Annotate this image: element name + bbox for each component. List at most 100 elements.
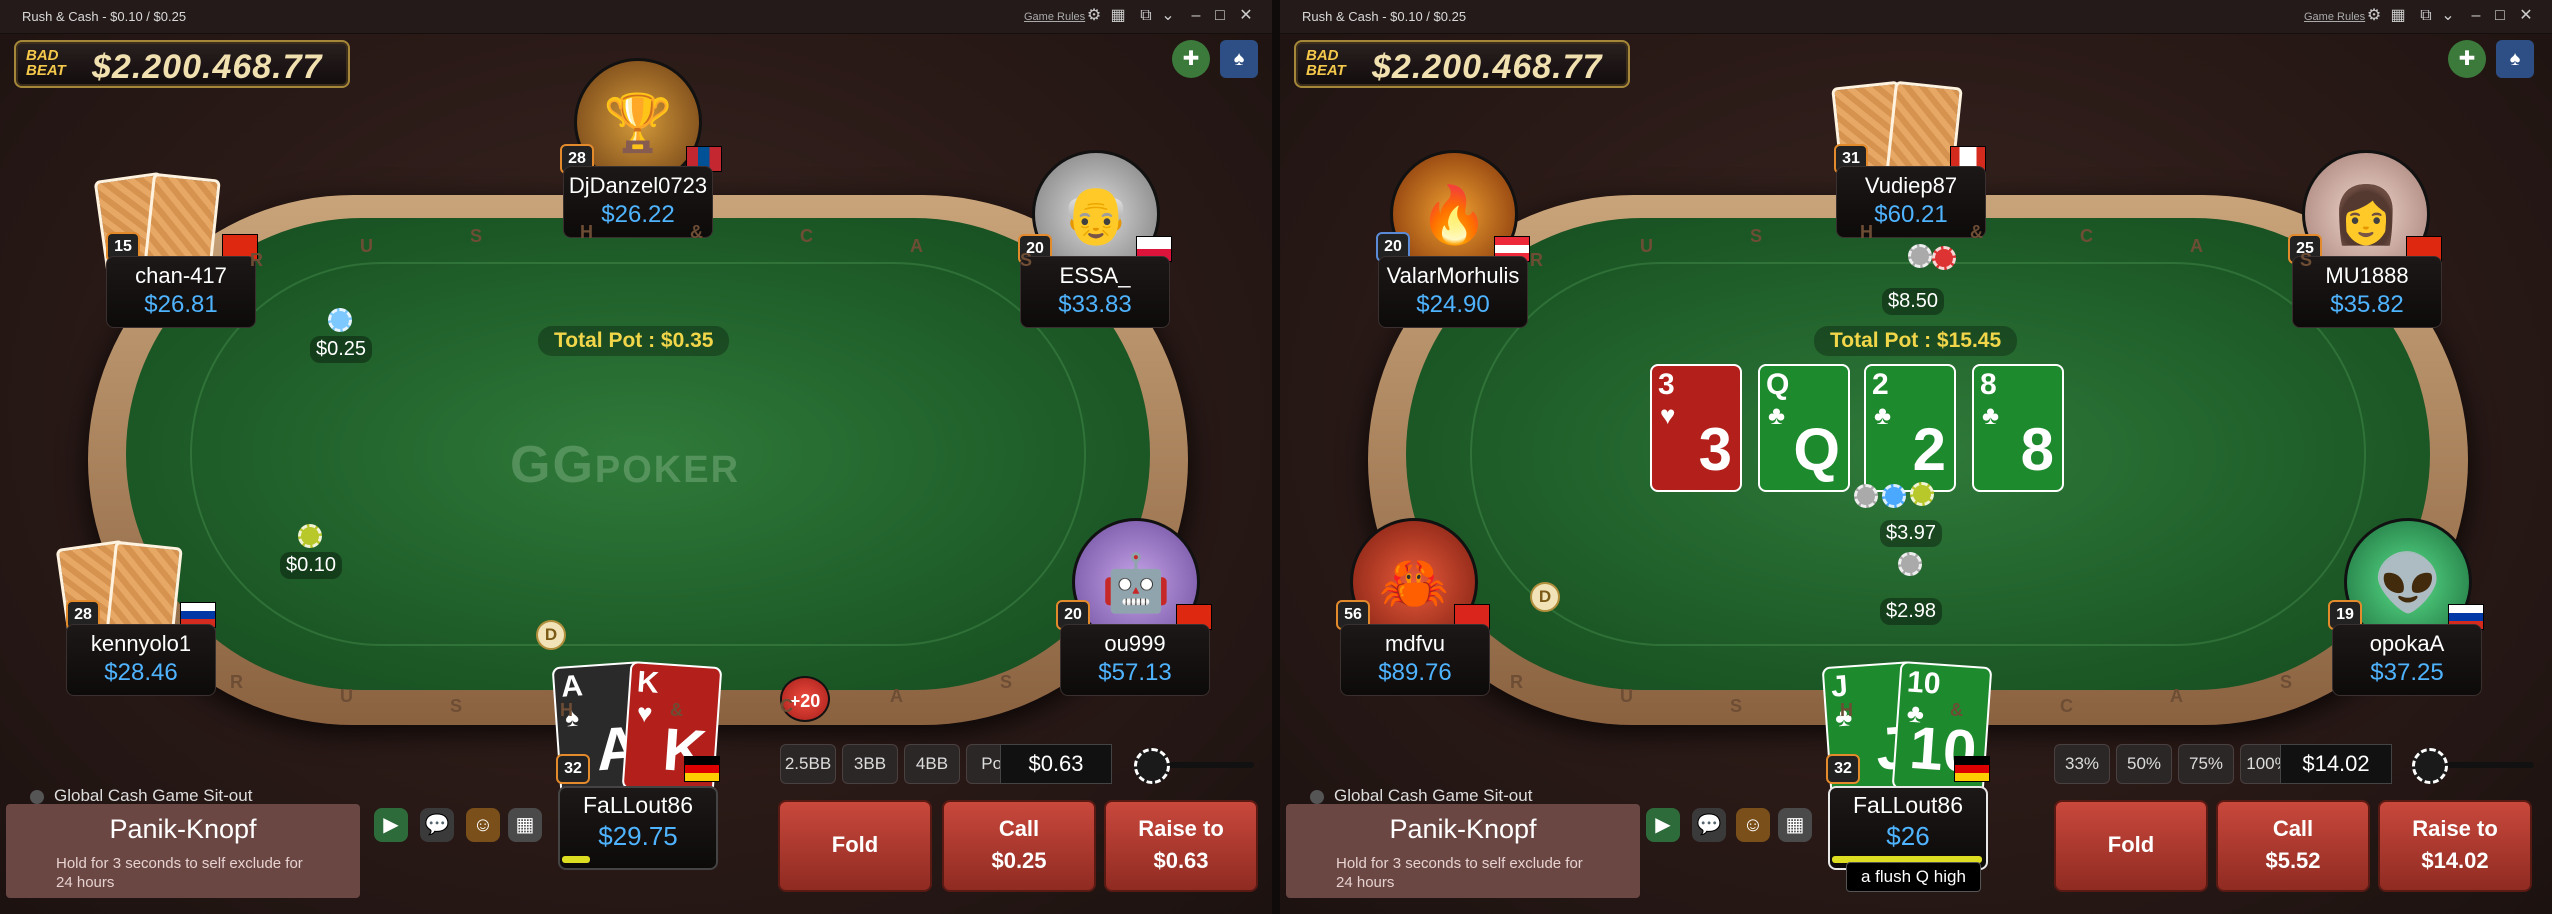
- chip-icon: [1854, 484, 1878, 508]
- add-table-icon[interactable]: ✚: [1172, 40, 1210, 78]
- rail-letter: U: [1620, 686, 1633, 706]
- rail-letter: S: [1020, 250, 1033, 270]
- sitout-toggle[interactable]: Global Cash Game Sit-out: [30, 786, 252, 806]
- card-deck-icon[interactable]: ♠: [1220, 40, 1258, 78]
- card-deck-icon[interactable]: ♠: [2496, 40, 2534, 78]
- rail-letter: A: [2170, 686, 2183, 706]
- rail-letter: R: [230, 672, 243, 692]
- panik-button[interactable]: Panik-Knopf Hold for 3 seconds to self e…: [1286, 804, 1640, 898]
- chat-icon[interactable]: 💬: [420, 808, 454, 842]
- bet-slider-knob[interactable]: [2412, 748, 2448, 784]
- rail-letter: R: [250, 250, 263, 270]
- gear-icon[interactable]: ⚙: [2364, 7, 2384, 25]
- player-plate[interactable]: MU1888 $35.82: [2292, 256, 2442, 328]
- minimize-icon[interactable]: –: [1186, 7, 1206, 25]
- total-pot: Total Pot : $0.35: [538, 326, 730, 356]
- player-name: mdfvu: [1385, 631, 1445, 656]
- fold-button[interactable]: Fold: [2054, 800, 2208, 892]
- maximize-icon[interactable]: □: [2490, 7, 2510, 25]
- rail-letter: U: [340, 686, 353, 706]
- preset-button[interactable]: 4BB: [904, 744, 960, 784]
- player-name: ESSA_: [1059, 263, 1131, 288]
- toggle-icon[interactable]: [1310, 789, 1324, 804]
- player-name: chan-417: [135, 263, 227, 288]
- emoji-icon[interactable]: ☺: [466, 808, 500, 842]
- preset-button[interactable]: 75%: [2178, 744, 2234, 784]
- player-plate[interactable]: ESSA_ $33.83: [1020, 256, 1170, 328]
- preset-button[interactable]: 2.5BB: [780, 744, 836, 784]
- preset-button[interactable]: 33%: [2054, 744, 2110, 784]
- rail-letter: &: [1970, 222, 1983, 242]
- video-icon[interactable]: ▶: [374, 808, 408, 842]
- raise-button[interactable]: Raise to $0.63: [1104, 800, 1258, 892]
- video-icon[interactable]: ▶: [1646, 808, 1680, 842]
- card-suit: ♣: [1874, 400, 1892, 430]
- toggle-icon[interactable]: [30, 789, 44, 804]
- chip-icon: [328, 308, 352, 332]
- sitout-label: Global Cash Game Sit-out: [54, 786, 253, 805]
- player-plate[interactable]: opokaA $37.25: [2332, 624, 2482, 696]
- player-level: 32: [1826, 754, 1860, 784]
- card-rank-big: 8: [2020, 416, 2054, 483]
- player-plate[interactable]: ou999 $57.13: [1060, 624, 1210, 696]
- bet-amount: $2.98: [1880, 598, 1943, 625]
- title-bar: Rush & Cash - $0.10 / $0.25 Game Rules ⚙…: [0, 0, 1272, 34]
- hero-name: FaLLout86: [583, 792, 693, 818]
- rail-letter: A: [910, 236, 923, 256]
- emoji-icon[interactable]: ☺: [1736, 808, 1770, 842]
- card-rank: 3: [1658, 368, 1675, 401]
- gear-icon[interactable]: ⚙: [1084, 7, 1104, 25]
- chevron-down-icon[interactable]: ⌄: [2438, 7, 2458, 25]
- grid-icon[interactable]: ▦: [1108, 7, 1128, 25]
- bet-amount-input[interactable]: $0.63: [1000, 744, 1112, 784]
- bet-slider-knob[interactable]: [1134, 748, 1170, 784]
- grid-icon[interactable]: ▦: [2388, 7, 2408, 25]
- rail-letter: S: [2280, 672, 2293, 692]
- raise-amount: $14.02: [2421, 848, 2489, 873]
- preset-button[interactable]: 3BB: [842, 744, 898, 784]
- dealer-button: D: [1530, 582, 1560, 612]
- close-icon[interactable]: ✕: [1236, 7, 1256, 25]
- rail-letter: S: [1730, 696, 1743, 716]
- flag-icon: [684, 756, 720, 782]
- bet-amount: $3.97: [1880, 520, 1943, 547]
- card-suit: ♣: [1768, 400, 1786, 430]
- game-rules-link[interactable]: Game Rules: [2304, 11, 2365, 23]
- preset-button[interactable]: 50%: [2116, 744, 2172, 784]
- chat-icon[interactable]: 💬: [1692, 808, 1726, 842]
- player-plate[interactable]: kennyolo1 $28.46: [66, 624, 216, 696]
- card-rank: 8: [1980, 368, 1997, 401]
- calculator-icon[interactable]: ▦: [1778, 808, 1812, 842]
- add-table-icon[interactable]: ✚: [2448, 40, 2486, 78]
- bet-amount-input[interactable]: $14.02: [2280, 744, 2392, 784]
- sitout-toggle[interactable]: Global Cash Game Sit-out: [1310, 786, 1532, 806]
- panik-desc: Hold for 3 seconds to self exclude for 2…: [56, 855, 303, 891]
- rail-letter: S: [2300, 250, 2313, 270]
- layout-icon[interactable]: ⧉: [2416, 7, 2436, 25]
- game-rules-link[interactable]: Game Rules: [1024, 11, 1085, 23]
- player-plate[interactable]: ValarMorhulis $24.90: [1378, 256, 1528, 328]
- bet-amount: $0.25: [310, 336, 373, 363]
- layout-icon[interactable]: ⧉: [1136, 7, 1156, 25]
- panik-button[interactable]: Panik-Knopf Hold for 3 seconds to self e…: [6, 804, 360, 898]
- chevron-down-icon[interactable]: ⌄: [1158, 7, 1178, 25]
- player-stack: $57.13: [1098, 659, 1172, 686]
- player-plate[interactable]: mdfvu $89.76: [1340, 624, 1490, 696]
- call-button[interactable]: Call $5.52: [2216, 800, 2370, 892]
- call-button[interactable]: Call $0.25: [942, 800, 1096, 892]
- call-amount: $5.52: [2265, 848, 2321, 873]
- board-card: 2 ♣ 2: [1864, 364, 1956, 492]
- calculator-icon[interactable]: ▦: [508, 808, 542, 842]
- player-plate[interactable]: chan-417 $26.81: [106, 256, 256, 328]
- rail-letter: &: [670, 700, 683, 720]
- player-plate[interactable]: Vudiep87 $60.21: [1836, 166, 1986, 238]
- maximize-icon[interactable]: □: [1210, 7, 1230, 25]
- time-bar: [562, 856, 590, 863]
- minimize-icon[interactable]: –: [2466, 7, 2486, 25]
- raise-button[interactable]: Raise to $14.02: [2378, 800, 2532, 892]
- player-level: 32: [556, 754, 590, 784]
- fold-label: Fold: [2107, 832, 2155, 857]
- chip-icon: [1932, 246, 1956, 270]
- fold-button[interactable]: Fold: [778, 800, 932, 892]
- close-icon[interactable]: ✕: [2516, 7, 2536, 25]
